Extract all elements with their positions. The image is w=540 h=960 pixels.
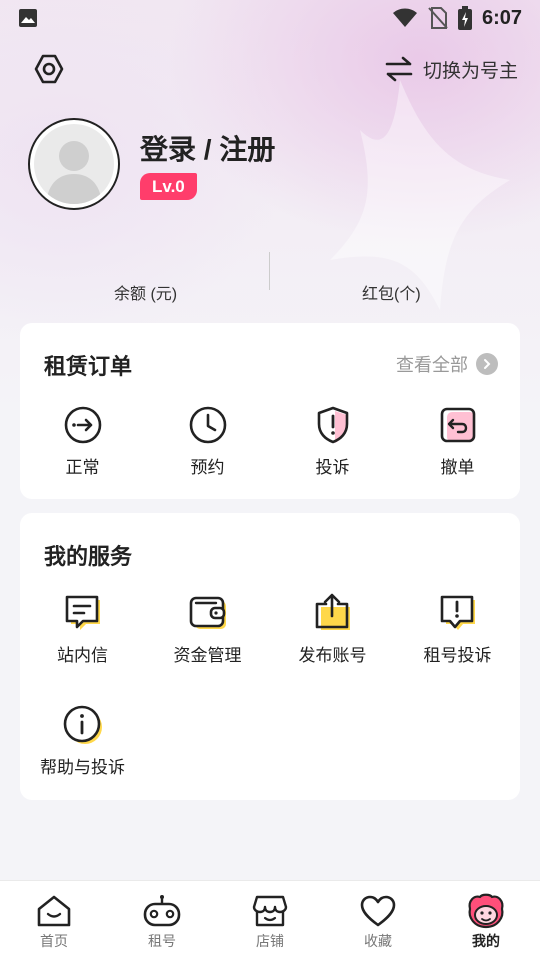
order-reserved[interactable]: 预约 [145,403,270,478]
balances-row [0,250,540,310]
service-help[interactable]: 帮助与投诉 [20,703,145,778]
battery-icon [457,6,472,30]
wallet-icon [186,591,230,635]
settings-button[interactable] [30,50,68,88]
balances-divider [269,252,270,290]
view-all-orders-link[interactable]: 查看全部 [396,351,498,377]
no-sim-icon [428,7,448,29]
service-funds[interactable]: 资金管理 [145,591,270,666]
service-messages[interactable]: 站内信 [20,591,145,666]
wifi-icon [392,8,417,27]
service-publish-account[interactable]: 发布账号 [270,591,395,666]
message-icon [61,591,105,635]
switch-role-label: 切换为号主 [422,60,518,82]
bottom-nav: 首页 租号 店铺 收藏 我的 [0,880,540,960]
nav-store[interactable]: 店铺 [216,881,324,960]
default-avatar-icon [46,141,102,204]
login-register-link[interactable]: 登录 / 注册 [140,128,275,168]
nav-home[interactable]: 首页 [0,881,108,960]
clock-icon [186,403,230,447]
info-icon [61,703,105,747]
shield-alert-icon [311,403,355,447]
nav-favorites[interactable]: 收藏 [324,881,432,960]
redpacket-label[interactable]: 红包(个) [362,280,421,304]
order-normal[interactable]: 正常 [20,403,145,478]
undo-icon [436,403,480,447]
heart-icon [358,893,398,929]
rental-orders-card: 租赁订单 查看全部 正常 预约 投诉 撤单 [20,323,520,499]
avatar[interactable] [28,118,120,210]
gamepad-icon [142,893,182,929]
balance-label[interactable]: 余额 (元) [114,280,177,304]
store-icon [250,893,290,929]
decorative-flower [330,80,510,310]
swap-icon [385,56,413,82]
status-bar: 6:07 [0,0,540,36]
my-services-title: 我的服务 [44,544,133,569]
view-all-label: 查看全部 [396,355,468,375]
level-badge: Lv.0 [140,173,197,200]
arrow-circle-icon [61,403,105,447]
nav-rent[interactable]: 租号 [108,881,216,960]
nav-mine[interactable]: 我的 [432,881,540,960]
mascot-icon [466,893,506,929]
home-icon [34,893,74,929]
image-notification-icon [19,9,37,27]
switch-role-button[interactable]: 切换为号主 [385,50,518,88]
my-services-card: 我的服务 站内信 资金管理 发布账号 租号投诉 帮助与投诉 [20,513,520,800]
alert-message-icon [436,591,480,635]
chevron-right-icon [476,353,498,375]
upload-icon [311,591,355,635]
service-rental-complaint[interactable]: 租号投诉 [395,591,520,666]
status-time: 6:07 [481,6,522,29]
order-complaint[interactable]: 投诉 [270,403,395,478]
rental-orders-title: 租赁订单 [44,354,133,379]
settings-icon [34,54,64,84]
order-cancel[interactable]: 撤单 [395,403,520,478]
